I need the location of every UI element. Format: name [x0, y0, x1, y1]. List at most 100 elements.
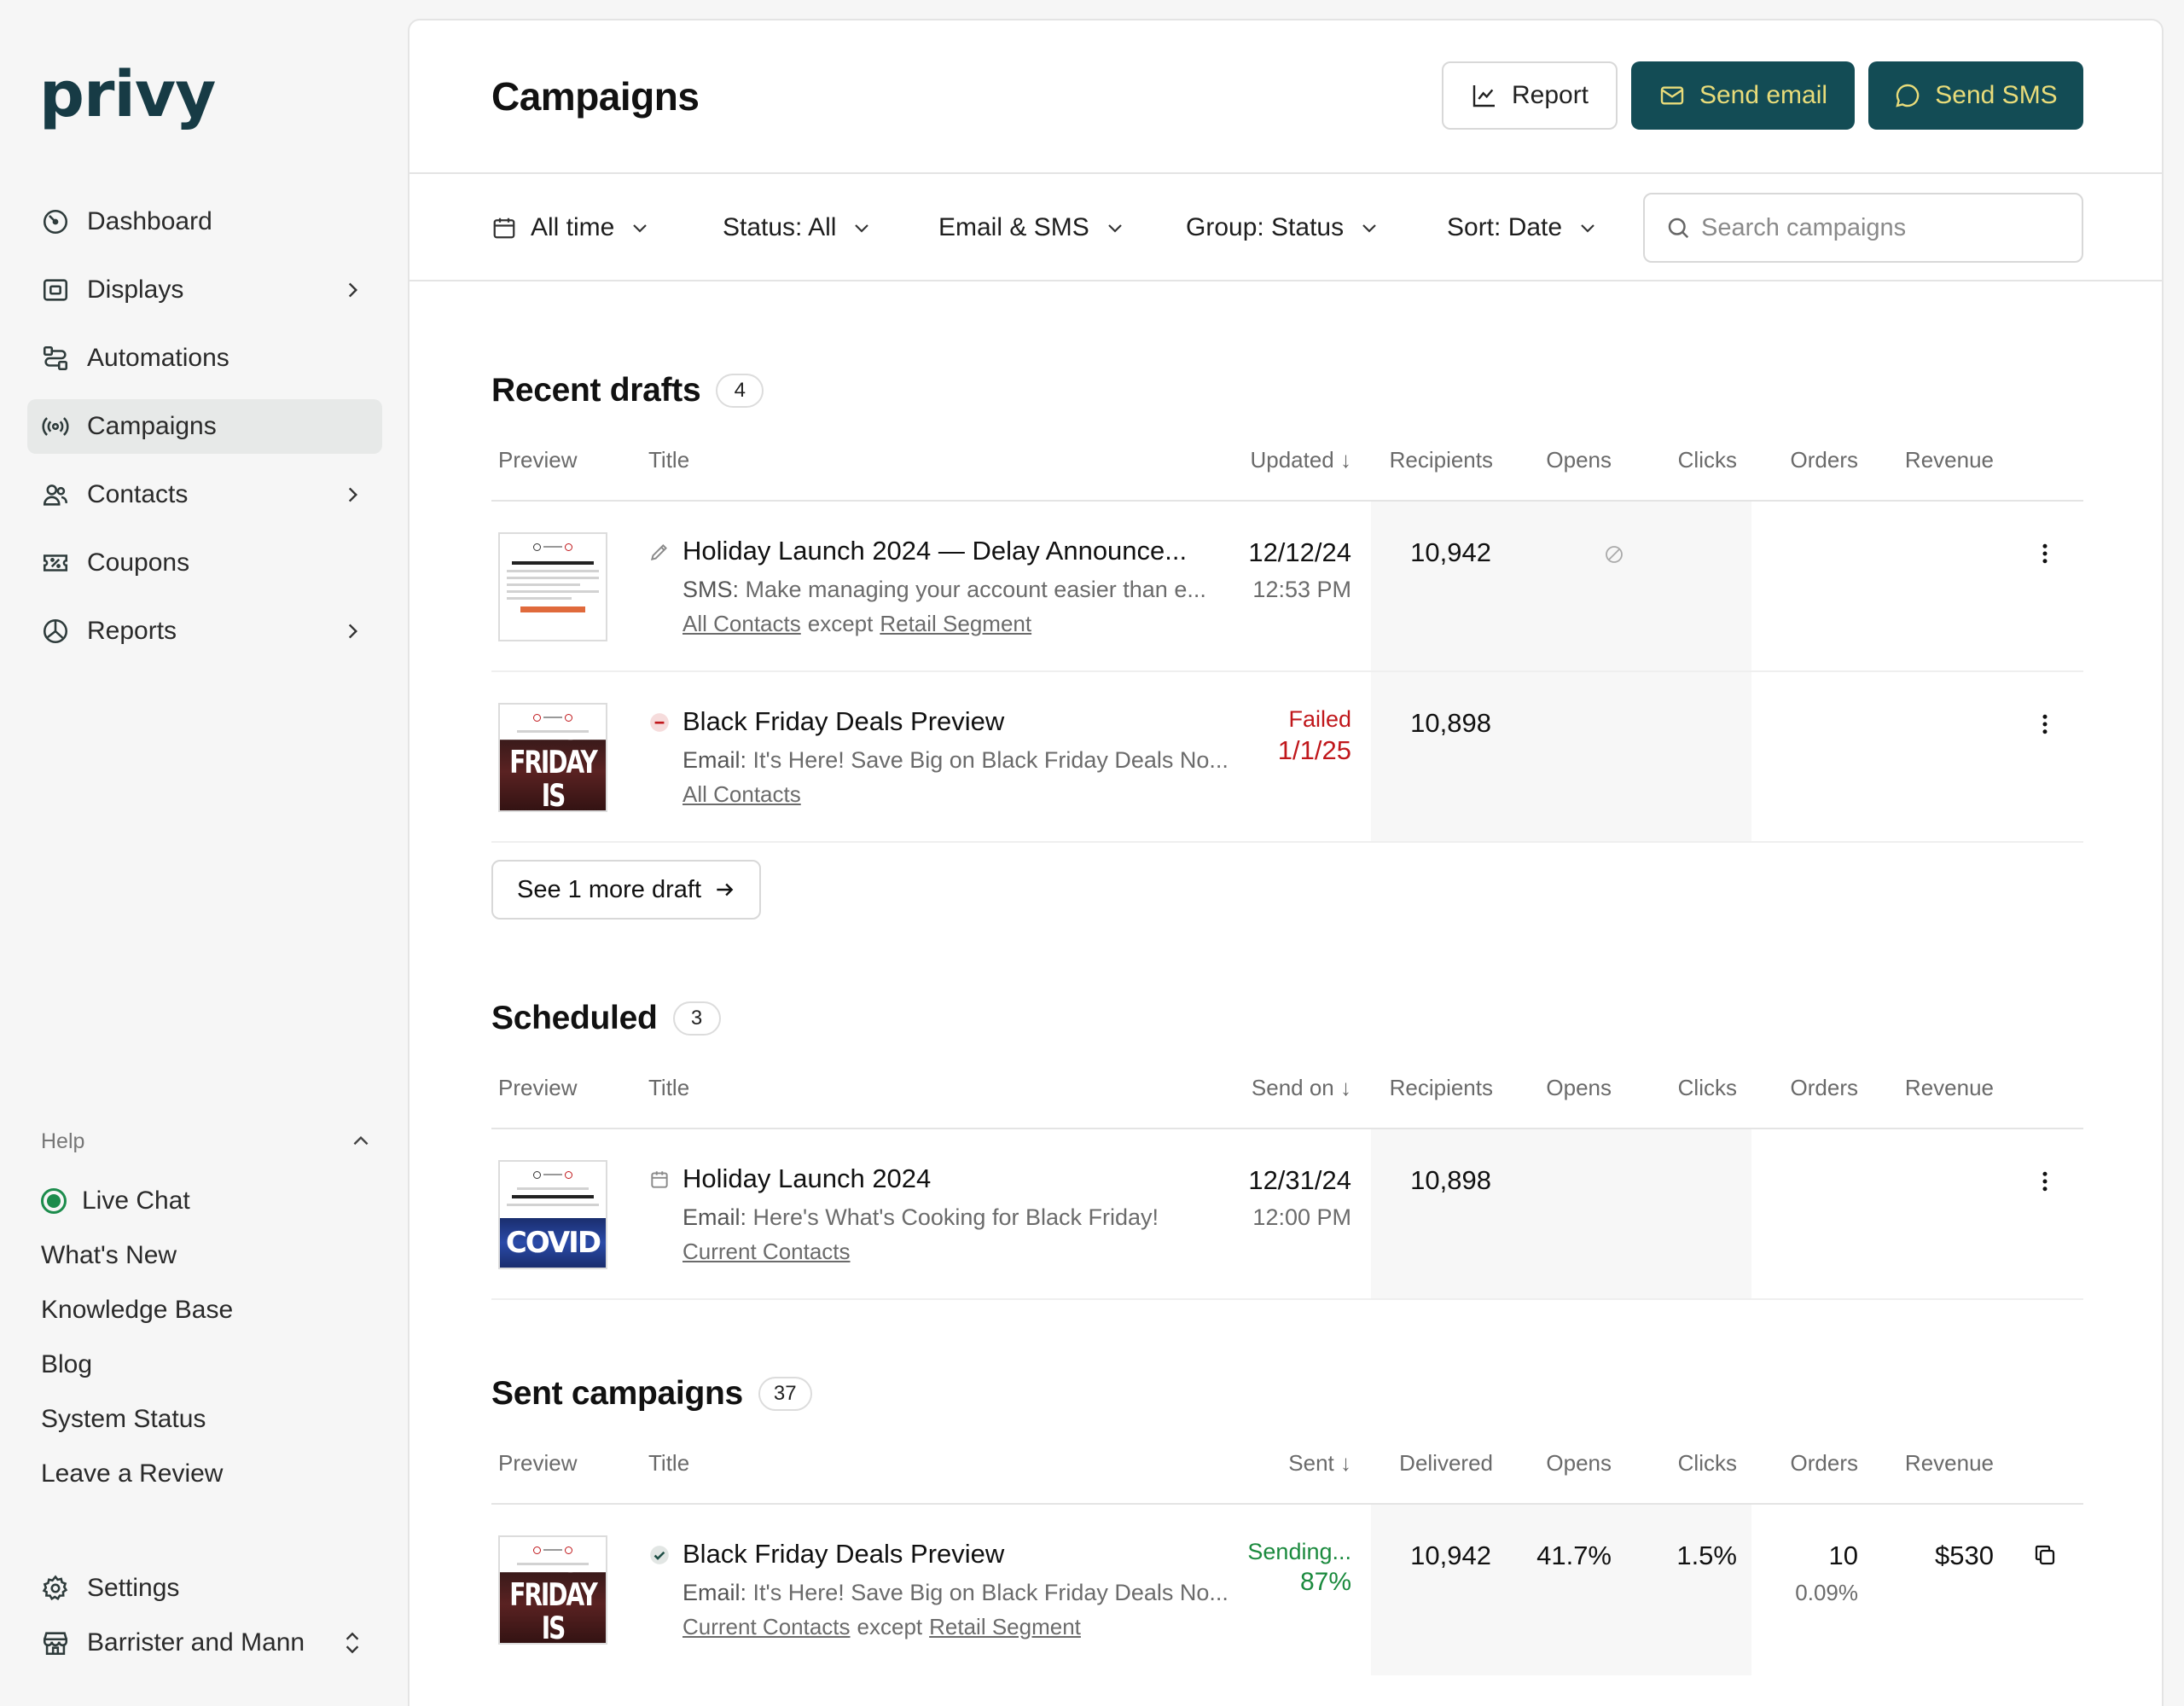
- table-header: Preview Title Updated ↓ Recipients Opens…: [491, 416, 2083, 502]
- thumb-hero-text: BLACK FRIDAY IS COMING: [500, 740, 606, 810]
- sidebar-item-settings[interactable]: Settings: [27, 1561, 382, 1616]
- channel-filter-label: Email & SMS: [938, 213, 1089, 241]
- account-name: Barrister and Mann: [87, 1628, 305, 1657]
- group-filter-dropdown[interactable]: Group: Status: [1186, 208, 1380, 247]
- column-header-sent[interactable]: Sent ↓: [1288, 1450, 1351, 1477]
- sort-dropdown[interactable]: Sort: Date: [1447, 208, 1598, 247]
- failed-date: 1/1/25: [1277, 735, 1351, 765]
- thumb-hero-text: BLACK FRIDAY IS COMING: [500, 1572, 606, 1643]
- time-filter-dropdown[interactable]: All time: [491, 208, 650, 247]
- scheduled-section: Scheduled 3 Preview Title Send on ↓ Reci…: [491, 993, 2083, 1300]
- subject-text: It's Here! Save Big on Black Friday Deal…: [752, 747, 1228, 773]
- more-options-icon[interactable]: [2032, 711, 2058, 737]
- opens-rate: 41.7%: [1536, 1541, 1612, 1570]
- failed-status: Failed: [1288, 706, 1351, 732]
- email-preview-thumbnail[interactable]: [498, 532, 607, 641]
- help-item-knowledge-base[interactable]: Knowledge Base: [41, 1283, 233, 1338]
- sent-campaigns-section: Sent campaigns 37 Preview Title Sent ↓ D…: [491, 1368, 2083, 1675]
- chevron-down-icon: [1362, 224, 1376, 233]
- gear-icon: [42, 1575, 68, 1601]
- status-filter-dropdown[interactable]: Status: All: [723, 208, 872, 247]
- sidebar-item-dashboard[interactable]: Dashboard: [27, 194, 382, 249]
- sidebar-item-label: Campaigns: [87, 412, 217, 440]
- calendar-icon: [493, 218, 515, 239]
- more-options-icon[interactable]: [2032, 541, 2058, 566]
- not-applicable-icon: [1606, 546, 1623, 563]
- campaign-title[interactable]: Black Friday Deals Preview: [682, 1539, 1004, 1570]
- chevron-right-icon: [348, 624, 358, 639]
- recent-drafts-section: Recent drafts 4 Preview Title Updated ↓ …: [491, 365, 2083, 843]
- chevron-up-icon: [353, 1135, 369, 1146]
- orders-rate: 0.09%: [1795, 1580, 1858, 1605]
- help-item-live-chat[interactable]: Live Chat: [41, 1174, 233, 1228]
- send-sms-button[interactable]: Send SMS: [1868, 61, 2083, 130]
- report-button[interactable]: Report: [1442, 61, 1618, 130]
- send-time: 12:00 PM: [1252, 1204, 1351, 1230]
- help-item-system-status[interactable]: System Status: [41, 1392, 233, 1447]
- mail-icon: [1660, 86, 1684, 105]
- thumb-headline: [512, 561, 594, 565]
- campaign-title[interactable]: Holiday Launch 2024 — Delay Announce...: [682, 536, 1187, 566]
- updated-date: 12/12/24: [1248, 537, 1351, 567]
- chat-bubble-icon: [1896, 84, 1920, 107]
- chart-line-icon: [1472, 85, 1495, 107]
- sidebar-item-contacts[interactable]: Contacts: [27, 467, 382, 522]
- table-row[interactable]: COVID Holiday Launch 2024 Email: Here's …: [491, 1129, 2083, 1300]
- account-switcher[interactable]: Barrister and Mann: [27, 1616, 382, 1670]
- sidebar-item-coupons[interactable]: Coupons: [27, 536, 382, 590]
- section-header: Scheduled 3: [491, 993, 2083, 1044]
- help-item-whats-new[interactable]: What's New: [41, 1228, 233, 1283]
- audience-link[interactable]: Current Contacts: [682, 1239, 851, 1264]
- see-more-drafts-button[interactable]: See 1 more draft: [491, 860, 761, 920]
- search-input[interactable]: [1701, 213, 2077, 242]
- column-header-clicks: Clicks: [1677, 447, 1737, 473]
- copy-icon[interactable]: [2032, 1542, 2058, 1568]
- sidebar-item-label: Contacts: [87, 480, 189, 508]
- column-header-title: Title: [648, 1075, 690, 1100]
- reports-icon: [43, 618, 68, 644]
- campaign-audience: All Contacts: [682, 781, 801, 808]
- email-preview-thumbnail[interactable]: BLACK FRIDAY IS COMING: [498, 703, 607, 812]
- excluded-segment-link[interactable]: Retail Segment: [880, 611, 1031, 636]
- campaign-subject: Email: It's Here! Save Big on Black Frid…: [682, 1580, 1228, 1606]
- campaign-title[interactable]: Holiday Launch 2024: [682, 1163, 931, 1194]
- table-row[interactable]: Holiday Launch 2024 — Delay Announce... …: [491, 502, 2083, 672]
- audience-link[interactable]: Current Contacts: [682, 1614, 851, 1639]
- section-title: Sent campaigns: [491, 1375, 743, 1412]
- column-header-clicks: Clicks: [1677, 1450, 1737, 1476]
- filter-bar: All time Status: All Email & SMS Group: …: [410, 174, 2162, 281]
- search-box[interactable]: [1643, 193, 2083, 263]
- audience-link[interactable]: All Contacts: [682, 781, 801, 807]
- recipients-count: 10,898: [1410, 708, 1491, 738]
- channel-filter-dropdown[interactable]: Email & SMS: [938, 208, 1125, 247]
- metrics-shade: [1371, 502, 1751, 670]
- sidebar-item-displays[interactable]: Displays: [27, 263, 382, 317]
- column-header-updated[interactable]: Updated ↓: [1250, 447, 1351, 473]
- chevron-up-down-icon: [346, 1632, 359, 1654]
- table-row[interactable]: BLACK FRIDAY IS COMING Black Friday Deal…: [491, 672, 2083, 843]
- send-email-button[interactable]: Send email: [1631, 61, 1855, 130]
- sidebar-item-automations[interactable]: Automations: [27, 331, 382, 386]
- table-row[interactable]: BLACK FRIDAY IS COMING Black Friday Deal…: [491, 1505, 2083, 1675]
- help-item-blog[interactable]: Blog: [41, 1338, 233, 1392]
- excluded-segment-link[interactable]: Retail Segment: [929, 1614, 1081, 1639]
- clicks-rate: 1.5%: [1676, 1541, 1737, 1570]
- sidebar: privy Dashboard Displays Automations Cam…: [0, 0, 408, 1706]
- help-item-label: Live Chat: [82, 1187, 190, 1215]
- campaign-title[interactable]: Black Friday Deals Preview: [682, 706, 1004, 737]
- sidebar-item-campaigns[interactable]: Campaigns: [27, 399, 382, 454]
- help-section-toggle[interactable]: Help: [41, 1124, 372, 1158]
- main-nav: Dashboard Displays Automations Campaigns…: [27, 194, 382, 672]
- email-preview-thumbnail[interactable]: COVID: [498, 1160, 607, 1269]
- column-header-recipients: Recipients: [1389, 1075, 1493, 1100]
- help-item-leave-review[interactable]: Leave a Review: [41, 1447, 233, 1501]
- audience-link[interactable]: All Contacts: [682, 611, 801, 636]
- sidebar-item-label: Reports: [87, 617, 177, 645]
- check-circle-icon: [650, 1546, 669, 1564]
- more-options-icon[interactable]: [2032, 1169, 2058, 1194]
- column-header-send-on[interactable]: Send on ↓: [1252, 1075, 1351, 1101]
- sidebar-item-reports[interactable]: Reports: [27, 604, 382, 659]
- email-preview-thumbnail[interactable]: BLACK FRIDAY IS COMING: [498, 1535, 607, 1645]
- privy-logo[interactable]: privy: [39, 63, 216, 126]
- chevron-down-icon: [1107, 224, 1122, 233]
